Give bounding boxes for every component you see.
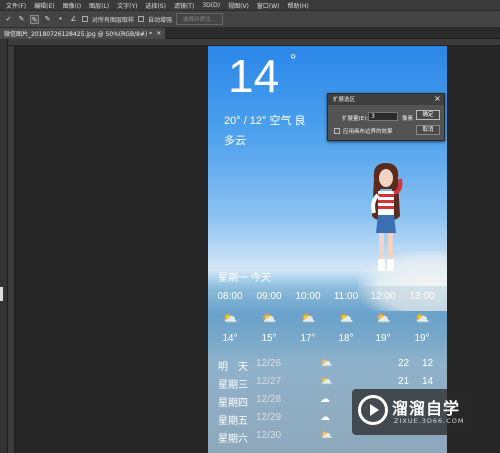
- day-name: 明 天: [218, 362, 248, 373]
- partly-cloudy-icon: ⛅: [320, 376, 333, 387]
- hour-temp: 19°: [414, 333, 430, 344]
- cancel-button[interactable]: 取消: [416, 125, 440, 135]
- unit-label: 像素: [402, 116, 414, 122]
- dialog-title: 扩展选区: [333, 97, 356, 103]
- cloudy-icon: ☁: [320, 412, 330, 423]
- partly-cloudy-icon: ⛅: [375, 311, 391, 325]
- hour-time: 08:00: [217, 291, 243, 302]
- day-name: 星期三: [218, 380, 248, 391]
- partly-cloudy-icon: ⛅: [414, 311, 430, 325]
- auto-enhance-checkbox[interactable]: [138, 16, 145, 22]
- sample-all-layers-checkbox[interactable]: [82, 16, 88, 22]
- apply-canvas-bounds-checkbox[interactable]: [334, 128, 340, 134]
- expand-selection-dialog: 扩展选区 × 扩展量(E): 3 像素 应用画布边界的效果 确定 取消: [327, 93, 445, 141]
- hour-time: 13:00: [409, 291, 435, 302]
- partly-cloudy-icon: ⛅: [338, 311, 354, 325]
- close-icon[interactable]: ×: [434, 94, 441, 103]
- day-low: 14: [422, 376, 434, 387]
- brush-subtract-icon[interactable]: ✎: [43, 15, 52, 24]
- left-ruler: [8, 46, 15, 453]
- day-high: 22: [398, 358, 410, 369]
- expand-amount-label: 扩展量(E):: [342, 116, 369, 122]
- hour-temp: 19°: [375, 333, 391, 344]
- temperature-range: 20° / 12° 空气 良: [224, 115, 306, 127]
- partly-cloudy-icon: ⛅: [300, 311, 316, 325]
- hour-temp: 18°: [338, 333, 354, 344]
- menu-view[interactable]: 视图(V): [228, 1, 249, 10]
- today-label: 星期一 今天: [218, 273, 271, 284]
- partly-cloudy-icon: ⛅: [320, 430, 333, 441]
- options-bar: ✓ ✎ ✎ ✎ • ∠ 对所有图层取样 自动增强 选择并遮住...: [0, 10, 500, 28]
- day-low: 12: [422, 358, 434, 369]
- menu-help[interactable]: 帮助(H): [288, 1, 309, 10]
- day-date: 12/26: [256, 358, 282, 369]
- cloudy-icon: ☁: [320, 394, 330, 405]
- watermark: 溜溜自学 ZIXUE.3D66.COM: [352, 389, 472, 435]
- menu-bar: 文件(F) 编辑(E) 图像(I) 图层(L) 文字(Y) 选择(S) 滤镜(T…: [0, 0, 500, 10]
- partly-cloudy-icon: ⛅: [222, 311, 238, 325]
- girl-illustration: [371, 163, 403, 271]
- hour-temp: 17°: [300, 333, 316, 344]
- day-name: 星期四: [218, 398, 248, 409]
- menu-image[interactable]: 图像(I): [63, 1, 81, 10]
- partly-cloudy-icon: ⛅: [320, 358, 333, 369]
- menu-window[interactable]: 窗口(W): [257, 1, 280, 10]
- weather-condition: 多云: [224, 135, 246, 147]
- brush-angle-icon[interactable]: ∠: [69, 15, 78, 24]
- select-and-mask-button[interactable]: 选择并遮住...: [176, 13, 223, 25]
- hour-time: 11:00: [333, 291, 359, 302]
- day-name: 星期六: [218, 434, 248, 445]
- brush-add-icon[interactable]: ✎: [30, 14, 39, 24]
- forecast-row: 明 天 12/26 ⛅ 22 12: [208, 356, 447, 374]
- play-logo-icon: [358, 395, 388, 425]
- apply-canvas-bounds-label: 应用画布边界的效果: [343, 129, 393, 135]
- tab-close-icon[interactable]: ×: [156, 30, 161, 37]
- menu-layer[interactable]: 图层(L): [89, 1, 109, 10]
- hour-temp: 14°: [222, 333, 238, 344]
- day-date: 12/30: [256, 430, 282, 441]
- auto-enhance-label: 自动增强: [148, 16, 173, 24]
- document-tab[interactable]: 微信图片_20180726128425.jpg @ 50%(RGB/8#) * …: [0, 28, 166, 39]
- day-date: 12/28: [256, 394, 282, 405]
- watermark-subtitle: ZIXUE.3D66.COM: [394, 417, 465, 425]
- menu-select[interactable]: 选择(S): [145, 1, 166, 10]
- menu-type[interactable]: 文字(Y): [117, 1, 137, 10]
- hour-time: 12:00: [370, 291, 396, 302]
- menu-filter[interactable]: 滤镜(T): [174, 1, 194, 10]
- expand-amount-input[interactable]: 3: [368, 112, 398, 121]
- menu-file[interactable]: 文件(F): [6, 1, 26, 10]
- hour-time: 10:00: [295, 291, 321, 302]
- partly-cloudy-icon: ⛅: [261, 311, 277, 325]
- watermark-title: 溜溜自学: [392, 399, 461, 418]
- tool-indicator: [0, 287, 3, 301]
- menu-edit[interactable]: 编辑(E): [34, 1, 54, 10]
- brush-new-icon[interactable]: ✎: [17, 15, 26, 24]
- top-ruler: [8, 39, 500, 46]
- ok-button[interactable]: 确定: [416, 110, 440, 120]
- menu-3d[interactable]: 3D(D): [202, 2, 220, 9]
- day-high: 21: [398, 376, 410, 387]
- document-tab-title: 微信图片_20180726128425.jpg @ 50%(RGB/8#) *: [4, 31, 153, 38]
- day-name: 星期五: [218, 416, 248, 427]
- tools-panel[interactable]: [0, 39, 8, 453]
- brush-size-icon[interactable]: •: [56, 15, 65, 24]
- day-date: 12/29: [256, 412, 282, 423]
- sample-all-layers-label: 对所有图层取样: [92, 16, 135, 24]
- day-date: 12/27: [256, 376, 282, 387]
- hour-time: 09:00: [256, 291, 282, 302]
- current-temperature: 14: [228, 50, 280, 102]
- quick-select-tool-icon[interactable]: ✓: [4, 15, 13, 24]
- today-row: 星期一 今天: [208, 267, 447, 285]
- degree-sign: °: [290, 52, 297, 69]
- hour-temp: 15°: [261, 333, 277, 344]
